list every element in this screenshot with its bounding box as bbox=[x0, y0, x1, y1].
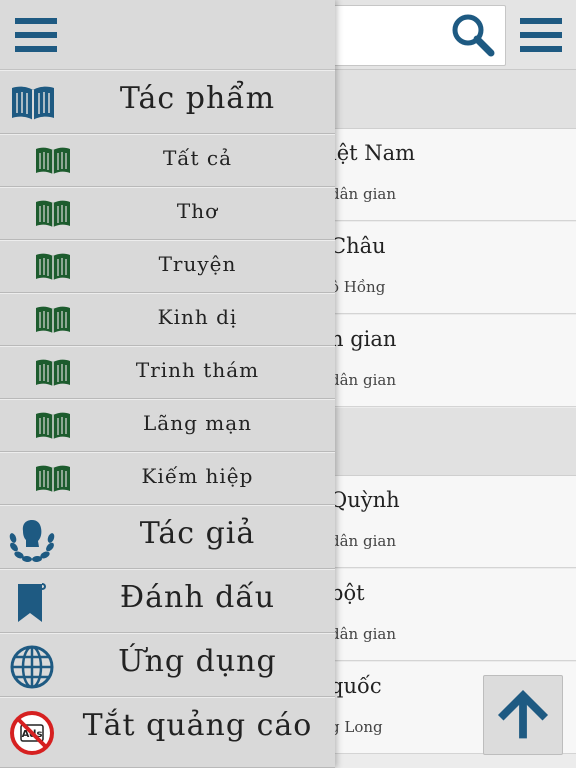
item-title: n gian bbox=[330, 327, 397, 351]
menu-item-label: Đánh dấu bbox=[119, 580, 276, 615]
hamburger-menu-icon[interactable] bbox=[518, 15, 564, 55]
globe-icon bbox=[10, 645, 54, 689]
item-title: Quỳnh bbox=[330, 488, 400, 512]
item-subtitle: dân gian bbox=[330, 185, 396, 203]
menu-item-apps[interactable]: Ứng dụng bbox=[0, 633, 335, 697]
bookmark-icon bbox=[18, 583, 46, 622]
menu-item-label: Tác phẩm bbox=[119, 81, 276, 116]
menu-item-genre-romance[interactable]: Lãng mạn bbox=[0, 399, 335, 452]
item-subtitle: dân gian bbox=[330, 532, 396, 550]
menu-item-authors[interactable]: Tác giả bbox=[0, 505, 335, 569]
item-subtitle: g Long bbox=[330, 718, 383, 736]
menu-item-label: Truyện bbox=[158, 252, 237, 276]
menu-item-label: Ứng dụng bbox=[118, 644, 277, 679]
drawer-header bbox=[0, 0, 335, 70]
menu-item-genre-all[interactable]: Tất cả bbox=[0, 134, 335, 187]
menu-item-label: Trinh thám bbox=[135, 358, 260, 382]
menu-item-label: Lãng mạn bbox=[142, 411, 252, 435]
menu-item-label: Tắt quảng cáo bbox=[82, 708, 313, 743]
item-subtitle: dân gian bbox=[330, 371, 396, 389]
menu-item-label: Thơ bbox=[176, 199, 219, 223]
item-subtitle: ô Hồng bbox=[330, 278, 386, 296]
menu-item-works[interactable]: Tác phẩm bbox=[0, 70, 335, 134]
arrow-up-icon bbox=[497, 689, 549, 739]
menu-item-genre-martial-arts[interactable]: Kiếm hiệp bbox=[0, 452, 335, 505]
navigation-drawer: Tác phẩm Tất cả Thơ Truyện Kinh dị Trinh… bbox=[0, 0, 335, 768]
menu-item-label: Tất cả bbox=[162, 146, 233, 170]
menu-item-label: Kiếm hiệp bbox=[141, 464, 254, 488]
menu-item-genre-poetry[interactable]: Thơ bbox=[0, 187, 335, 240]
search-icon[interactable] bbox=[450, 12, 496, 58]
hamburger-menu-icon[interactable] bbox=[13, 15, 59, 55]
menu-item-label: Tác giả bbox=[139, 516, 256, 551]
no-ads-icon: Ads bbox=[10, 711, 54, 755]
menu-item-bookmarks[interactable]: Đánh dấu bbox=[0, 569, 335, 633]
menu-item-genre-detective[interactable]: Trinh thám bbox=[0, 346, 335, 399]
menu-item-genre-horror[interactable]: Kinh dị bbox=[0, 293, 335, 346]
menu-item-remove-ads[interactable]: Ads Tắt quảng cáo bbox=[0, 697, 335, 768]
scroll-to-top-button[interactable] bbox=[483, 675, 563, 755]
item-title: iệt Nam bbox=[330, 141, 416, 165]
item-subtitle: dân gian bbox=[330, 625, 396, 643]
menu-item-genre-stories[interactable]: Truyện bbox=[0, 240, 335, 293]
item-title: quốc bbox=[330, 674, 382, 698]
item-title: Châu bbox=[330, 234, 386, 258]
menu-item-label: Kinh dị bbox=[157, 305, 238, 329]
open-book-icon bbox=[12, 86, 54, 120]
laurel-head-icon bbox=[9, 520, 55, 563]
item-title: bột bbox=[330, 581, 365, 605]
